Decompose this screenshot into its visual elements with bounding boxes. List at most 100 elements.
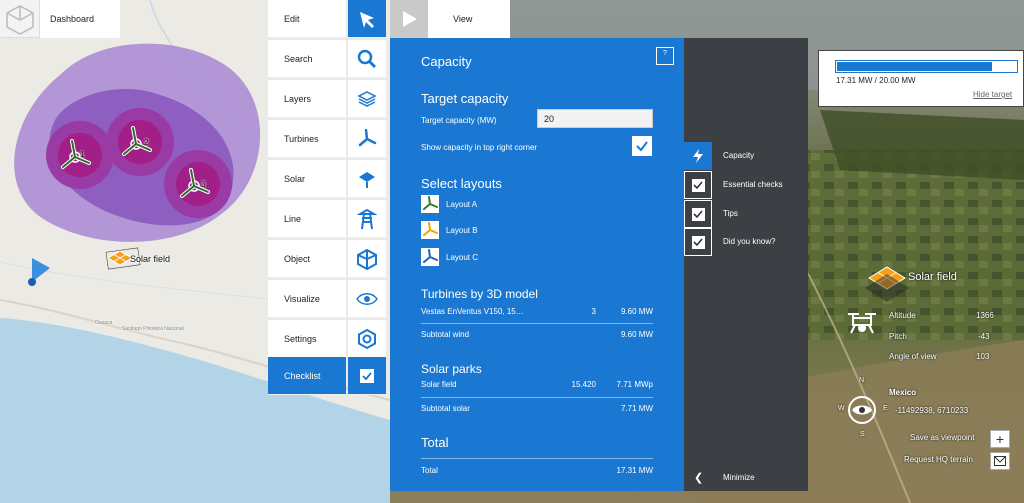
checklist-sidebar: Capacity Essential checks Tips Did you k…: [684, 38, 808, 491]
show-capacity-label: Show capacity in top right corner: [421, 143, 538, 152]
map-road-label: Santiago Pinotepa Nacional: [122, 326, 184, 332]
sidebar-item-did-you-know[interactable]: Did you know?: [684, 228, 808, 256]
turbine-number: 3: [201, 180, 206, 189]
layout-label: Layout C: [446, 253, 479, 262]
compass-eye-icon[interactable]: [846, 394, 878, 426]
menu-item-layers[interactable]: Layers: [268, 80, 388, 118]
tool-menu: Edit Search Layers Turbines Solar Line O…: [268, 0, 388, 395]
sidebar-item-essential-checks[interactable]: Essential checks: [684, 171, 808, 199]
checkbox-icon: [348, 357, 386, 395]
dashboard-logo-button[interactable]: [0, 0, 40, 38]
save-viewpoint-label: Save as viewpoint: [910, 433, 975, 442]
subtotal-solar-label: Subtotal solar: [421, 404, 470, 413]
save-viewpoint-button[interactable]: +: [990, 430, 1010, 448]
map-road-label: Oaxaca: [95, 320, 113, 326]
view-button[interactable]: View: [428, 0, 510, 38]
compass-east: E: [883, 405, 888, 412]
pointer-icon: [348, 0, 386, 38]
menu-item-solar[interactable]: Solar: [268, 160, 388, 198]
plus-icon: +: [995, 431, 1005, 447]
angle-of-view-label: Angle of view: [889, 352, 937, 361]
play-icon: [403, 11, 417, 27]
sidebar-item-label: Did you know?: [723, 237, 776, 246]
checkbox-icon: [684, 228, 712, 256]
pylon-icon: [348, 200, 386, 238]
subtotal-solar-value: 7.71 MW: [620, 404, 653, 413]
hq-terrain-button[interactable]: [990, 452, 1010, 470]
menu-item-label: Edit: [268, 0, 346, 38]
angle-of-view-value: 103: [976, 352, 990, 361]
sidebar-item-label: Capacity: [723, 151, 755, 160]
checkmark-icon: [636, 141, 648, 152]
minimize-button[interactable]: ❮ Minimize: [684, 464, 808, 492]
menu-item-label: Layers: [268, 80, 346, 118]
layout-b-icon[interactable]: [421, 221, 439, 239]
menu-item-checklist[interactable]: Checklist: [268, 357, 388, 395]
menu-item-line[interactable]: Line: [268, 200, 388, 238]
capacity-progress-bar: [835, 60, 1018, 73]
hide-target-link[interactable]: Hide target: [973, 90, 1012, 99]
turbine-number: 2: [144, 138, 149, 147]
subtotal-wind-label: Subtotal wind: [421, 330, 470, 339]
gear-icon: [348, 320, 386, 358]
divider: [421, 323, 653, 324]
cube-logo-icon: [6, 5, 34, 35]
turbines-heading: Turbines by 3D model: [421, 287, 538, 301]
layers-icon: [348, 80, 386, 118]
camera-position-icon: [28, 258, 50, 286]
solar-panel-icon: [348, 160, 386, 198]
capacity-progress-fill: [837, 62, 992, 71]
chevron-left-icon: ❮: [694, 472, 704, 484]
eye-icon: [348, 280, 386, 318]
menu-item-edit[interactable]: Edit: [268, 0, 388, 38]
menu-item-label: Solar: [268, 160, 346, 198]
dashboard-button[interactable]: Dashboard: [40, 0, 120, 38]
target-capacity-input[interactable]: [537, 109, 653, 128]
altitude-value: 1366: [976, 311, 994, 320]
map-solar-icon[interactable]: [107, 250, 133, 266]
turbine-model-name: Vestas EnVentus V150, 15…: [421, 307, 524, 316]
layout-label: Layout B: [446, 226, 478, 235]
menu-item-visualize[interactable]: Visualize: [268, 280, 388, 318]
turbine-mw: 9.60 MW: [620, 307, 653, 316]
menu-item-turbines[interactable]: Turbines: [268, 120, 388, 158]
location-label: Mexico: [889, 388, 917, 397]
turbine-icon: [348, 120, 386, 158]
layout-a-icon[interactable]: [421, 195, 439, 213]
layout-c-icon[interactable]: [421, 248, 439, 266]
pitch-value: -43: [978, 332, 990, 341]
panel-title: Capacity: [421, 54, 472, 69]
sidebar-item-label: Essential checks: [723, 180, 783, 189]
compass-west: W: [838, 405, 845, 412]
sidebar-item-tips[interactable]: Tips: [684, 200, 808, 228]
minimize-label: Minimize: [723, 473, 755, 482]
sidebar-item-capacity[interactable]: Capacity: [684, 142, 808, 170]
menu-item-settings[interactable]: Settings: [268, 320, 388, 358]
target-capacity-label: Target capacity (MW): [421, 116, 497, 125]
hq-terrain-label: Request HQ terrain: [904, 455, 973, 464]
play-button[interactable]: [390, 0, 428, 38]
menu-item-label: Turbines: [268, 120, 346, 158]
menu-item-search[interactable]: Search: [268, 40, 388, 78]
subtotal-wind-value: 9.60 MW: [620, 330, 653, 339]
solar-mw: 7.71 MWp: [616, 380, 653, 389]
map-solar-label: Solar field: [130, 254, 171, 264]
solar-field-name: Solar field: [421, 380, 457, 389]
menu-item-label: Line: [268, 200, 346, 238]
select-layouts-heading: Select layouts: [421, 176, 502, 191]
solar-parks-heading: Solar parks: [421, 362, 482, 376]
bolt-icon: [684, 142, 712, 170]
menu-item-label: Object: [268, 240, 346, 278]
solar-area: 15.420: [571, 380, 596, 389]
sidebar-item-label: Tips: [723, 209, 738, 218]
turbine-number: 1: [80, 150, 85, 159]
menu-item-object[interactable]: Object: [268, 240, 388, 278]
capacity-target-text: 17.31 MW / 20.00 MW: [836, 76, 916, 85]
drone-icon: [845, 311, 879, 337]
help-button[interactable]: ?: [656, 47, 674, 65]
total-heading: Total: [421, 435, 449, 450]
show-capacity-checkbox[interactable]: [632, 136, 652, 156]
total-value: 17.31 MW: [616, 466, 653, 475]
layout-label: Layout A: [446, 200, 478, 209]
compass-south: S: [860, 431, 865, 438]
